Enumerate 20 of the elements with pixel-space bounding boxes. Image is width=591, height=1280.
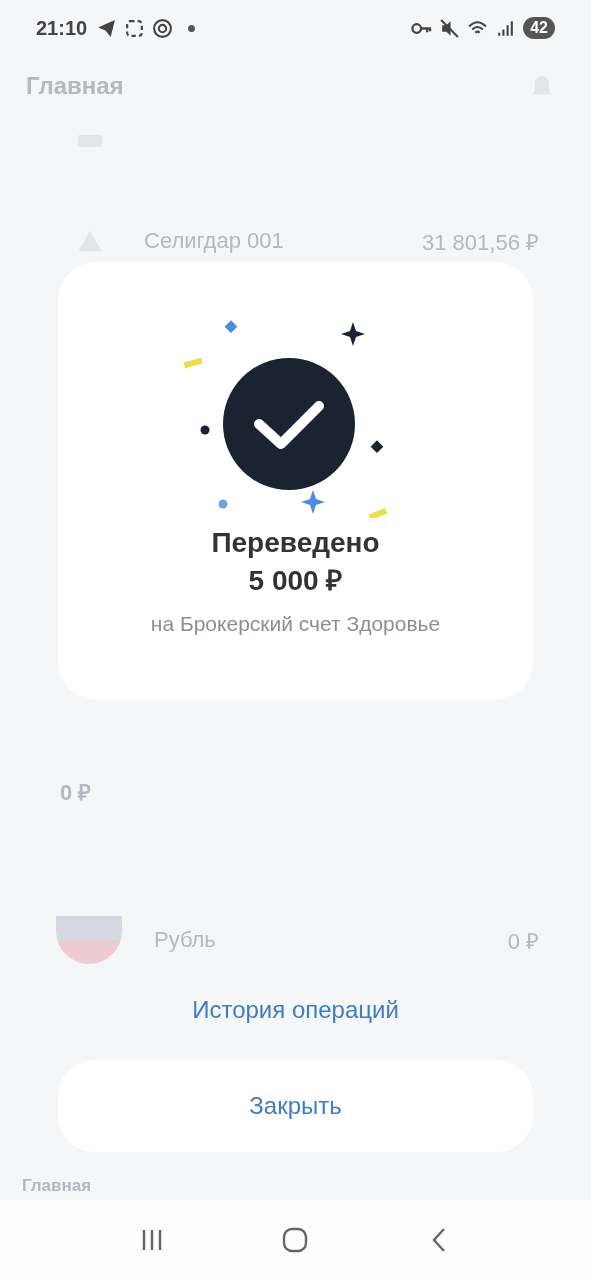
transfer-amount: 5 000 ₽ (248, 564, 343, 598)
close-button[interactable]: Закрыть (58, 1060, 533, 1152)
asset-name: Селигдар 001 (144, 228, 284, 254)
currency-value: 0 ₽ (507, 928, 539, 955)
battery-level: 42 (523, 17, 555, 39)
nav-label: Главная (22, 1176, 92, 1196)
flag-icon (56, 916, 122, 964)
send-icon (96, 17, 118, 39)
dialog-title: Переведено (211, 526, 380, 560)
dot-icon (188, 24, 196, 32)
balance-amount: 0 ₽ (60, 779, 93, 806)
currency-name: Рубль (154, 927, 216, 953)
mute-icon (439, 17, 461, 39)
screenshot-icon (124, 17, 146, 39)
dialog-subtitle: на Брокерский счет Здоровье (150, 612, 441, 636)
history-link[interactable]: История операций (192, 996, 399, 1024)
home-icon[interactable] (281, 1226, 310, 1254)
page-title: Главная (26, 72, 125, 100)
asset-value: 31 801,56 ₽ (422, 229, 539, 256)
status-time: 21:10 (36, 16, 88, 40)
